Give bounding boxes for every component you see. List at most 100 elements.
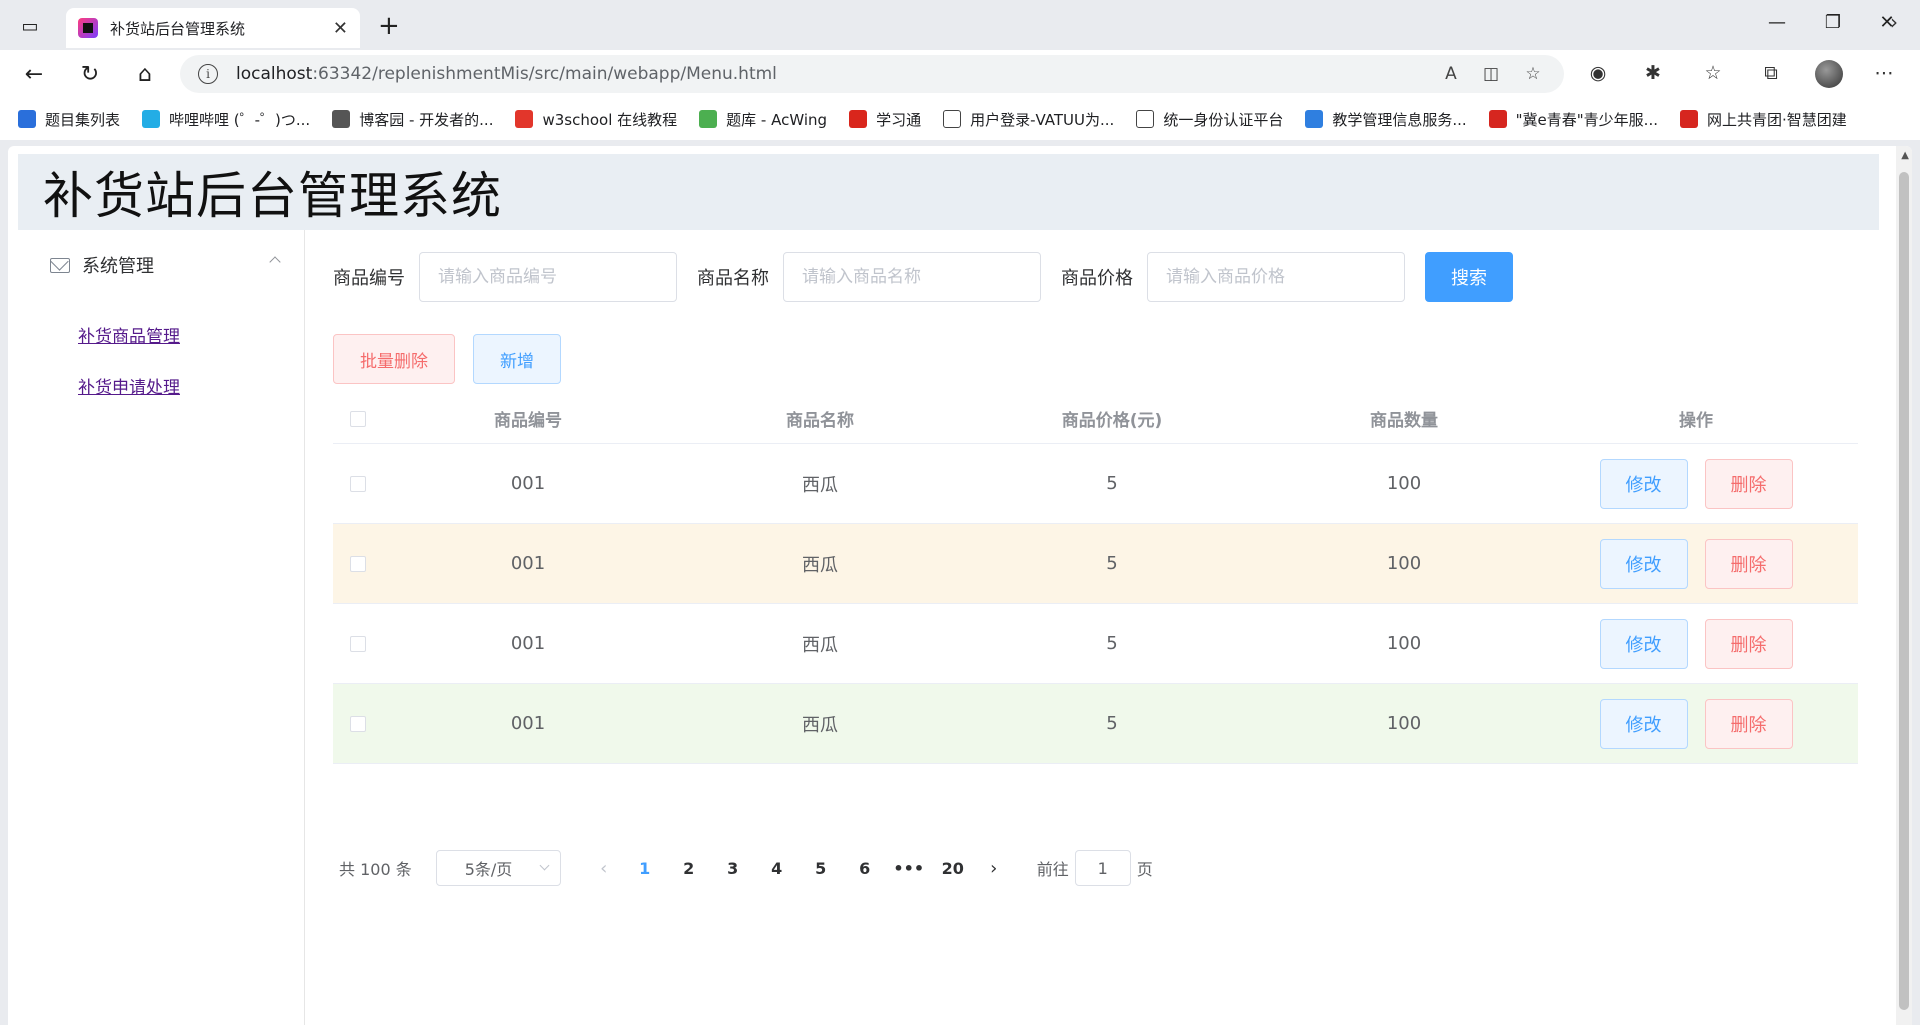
more-menu-icon[interactable]: ⋯ xyxy=(1871,62,1897,84)
bookmark-label: 学习通 xyxy=(876,110,922,129)
prev-page-icon[interactable]: ‹ xyxy=(585,858,623,879)
cell-goods-price: 5 xyxy=(1106,633,1118,654)
goods-name-input[interactable] xyxy=(783,252,1041,302)
goods-price-input[interactable] xyxy=(1147,252,1405,302)
next-page-icon[interactable]: › xyxy=(975,858,1013,879)
bookmarks-more-icon[interactable]: › xyxy=(1890,10,1898,34)
page-size-select[interactable]: 5条/页 xyxy=(435,850,561,886)
page-number[interactable]: 6 xyxy=(843,859,887,878)
bookmark-item[interactable]: 统一身份认证平台 xyxy=(1136,109,1283,130)
sidebar-item-request-processing[interactable]: 补货申请处理 xyxy=(78,373,180,398)
bookmark-favicon-icon xyxy=(699,110,718,128)
sidebar-item-goods-management[interactable]: 补货商品管理 xyxy=(78,322,180,347)
home-icon[interactable]: ⌂ xyxy=(131,60,159,88)
row-checkbox[interactable] xyxy=(349,475,366,492)
header-goods-price: 商品价格(元) xyxy=(1061,411,1163,431)
add-favorite-icon[interactable]: ☆ xyxy=(1522,64,1544,84)
bookmark-label: 网上共青团·智慧团建 xyxy=(1707,110,1847,129)
page-number[interactable]: 2 xyxy=(667,859,711,878)
page-number[interactable]: 5 xyxy=(799,859,843,878)
header-goods-id: 商品编号 xyxy=(494,411,562,431)
page-number[interactable]: 4 xyxy=(755,859,799,878)
goods-name-label: 商品名称 xyxy=(697,268,769,289)
goto-page-input[interactable] xyxy=(1074,850,1131,886)
extensions-games-icon[interactable]: ◉ xyxy=(1585,62,1611,84)
restore-icon[interactable]: ❐ xyxy=(1820,12,1846,33)
bookmark-item[interactable]: 博客园 - 开发者的... xyxy=(332,109,493,130)
bookmark-favicon-icon xyxy=(142,110,161,128)
bookmark-label: 题目集列表 xyxy=(45,110,121,129)
favorites-icon[interactable]: ☆ xyxy=(1700,62,1726,84)
site-info-icon[interactable]: i xyxy=(198,64,218,84)
bookmark-item[interactable]: 网上共青团·智慧团建 xyxy=(1680,109,1847,130)
bookmark-item[interactable]: 学习通 xyxy=(849,109,921,130)
bookmark-item[interactable]: 用户登录-VATUU为... xyxy=(943,109,1114,130)
row-checkbox[interactable] xyxy=(349,555,366,572)
read-aloud-icon[interactable]: A xyxy=(1440,64,1462,84)
reload-icon[interactable]: ↻ xyxy=(76,60,104,88)
bookmark-item[interactable]: 哔哩哔哩 (゜-゜)つ... xyxy=(142,109,310,130)
intellij-favicon-icon xyxy=(78,18,98,38)
edit-button[interactable]: 修改 xyxy=(1599,698,1688,749)
submenu-system-management[interactable]: 系统管理 xyxy=(18,230,305,300)
edit-button[interactable]: 修改 xyxy=(1599,458,1688,509)
select-all-checkbox[interactable] xyxy=(349,410,366,427)
page-viewport: 补货站后台管理系统 系统管理 补货商品管理 补货申请处理 商品编号 商品名称 商… xyxy=(8,146,1912,1025)
batch-delete-button[interactable]: 批量删除 xyxy=(333,334,455,384)
edit-button[interactable]: 修改 xyxy=(1599,538,1688,589)
add-button[interactable]: 新增 xyxy=(473,334,561,384)
bookmark-favicon-icon xyxy=(849,110,868,128)
bookmark-label: w3school 在线教程 xyxy=(542,110,678,129)
url-path: :63342/replenishmentMis/src/main/webapp/… xyxy=(312,64,777,84)
split-screen-icon[interactable]: ◫ xyxy=(1480,64,1502,84)
tab-actions-icon[interactable]: ▭ xyxy=(18,14,42,38)
back-icon[interactable]: ← xyxy=(20,60,48,88)
minimize-icon[interactable]: — xyxy=(1764,12,1790,33)
goods-price-label: 商品价格 xyxy=(1061,268,1133,289)
browser-tab[interactable]: 补货站后台管理系统 ✕ xyxy=(66,8,360,48)
delete-button[interactable]: 删除 xyxy=(1704,618,1793,669)
page-number[interactable]: 1 xyxy=(623,859,667,878)
row-checkbox[interactable] xyxy=(349,715,366,732)
scrollbar-thumb[interactable] xyxy=(1899,172,1909,1010)
scrollbar[interactable]: ▲ xyxy=(1896,146,1912,1025)
bookmark-label: 题库 - AcWing xyxy=(726,110,828,129)
table-header: 商品编号 商品名称 商品价格(元) 商品数量 操作 xyxy=(333,394,1858,444)
bookmark-item[interactable]: 教学管理信息服务... xyxy=(1305,109,1467,130)
bookmark-label: 统一身份认证平台 xyxy=(1163,110,1284,129)
profile-avatar[interactable] xyxy=(1815,60,1843,88)
edit-button[interactable]: 修改 xyxy=(1599,618,1688,669)
goods-id-label: 商品编号 xyxy=(333,268,405,289)
extensions-icon[interactable]: ✱ xyxy=(1640,62,1666,84)
pagination-total: 共 100 条 xyxy=(339,860,412,879)
bookmark-item[interactable]: 题目集列表 xyxy=(18,109,120,130)
address-bar[interactable]: i localhost:63342/replenishmentMis/src/m… xyxy=(180,55,1564,93)
goods-id-input[interactable] xyxy=(419,252,677,302)
collections-icon[interactable]: ⧉ xyxy=(1758,62,1784,84)
cell-goods-quantity: 100 xyxy=(1386,713,1422,734)
page-number[interactable]: 20 xyxy=(931,859,975,878)
more-pages-icon[interactable]: ••• xyxy=(887,859,931,878)
delete-button[interactable]: 删除 xyxy=(1704,458,1793,509)
bookmark-item[interactable]: "冀e青春"青少年服... xyxy=(1488,109,1658,130)
search-button[interactable]: 搜索 xyxy=(1425,252,1513,302)
browser-toolbar: ← ↻ ⌂ i localhost:63342/replenishmentMis… xyxy=(0,50,1920,98)
bookmark-item[interactable]: w3school 在线教程 xyxy=(515,109,677,130)
cell-goods-quantity: 100 xyxy=(1386,473,1422,494)
bookmark-favicon-icon xyxy=(332,110,351,128)
close-tab-icon[interactable]: ✕ xyxy=(333,18,348,39)
page-size-value: 5条/页 xyxy=(464,860,513,879)
scroll-up-icon[interactable]: ▲ xyxy=(1901,150,1909,161)
row-checkbox[interactable] xyxy=(349,635,366,652)
bookmark-item[interactable]: 题库 - AcWing xyxy=(699,109,827,130)
delete-button[interactable]: 删除 xyxy=(1704,538,1793,589)
page-number[interactable]: 3 xyxy=(711,859,755,878)
chevron-up-icon xyxy=(269,256,281,268)
table-row: 001 西瓜 5 100 修改 删除 xyxy=(333,684,1858,764)
delete-button[interactable]: 删除 xyxy=(1704,698,1793,749)
chevron-down-icon xyxy=(539,860,550,871)
new-tab-icon[interactable]: + xyxy=(378,12,400,40)
cell-operations: 修改 删除 xyxy=(1550,458,1842,509)
bookmark-label: 教学管理信息服务... xyxy=(1332,110,1467,129)
page-suffix: 页 xyxy=(1136,860,1153,879)
